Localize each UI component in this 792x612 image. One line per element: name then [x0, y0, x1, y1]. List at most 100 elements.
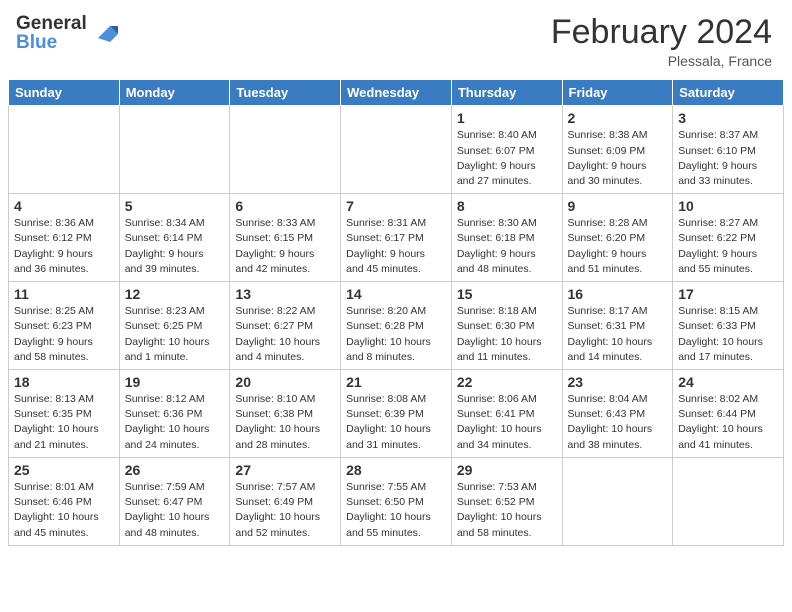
day-number: 7: [346, 198, 446, 214]
day-info: Sunrise: 8:27 AM Sunset: 6:22 PM Dayligh…: [678, 216, 778, 277]
day-number: 26: [125, 462, 225, 478]
day-number: 27: [235, 462, 335, 478]
day-number: 11: [14, 286, 114, 302]
day-info: Sunrise: 8:34 AM Sunset: 6:14 PM Dayligh…: [125, 216, 225, 277]
logo-icon: [90, 18, 122, 50]
calendar-cell: [230, 106, 341, 194]
day-info: Sunrise: 8:38 AM Sunset: 6:09 PM Dayligh…: [568, 128, 668, 189]
calendar-cell: [119, 106, 230, 194]
day-number: 20: [235, 374, 335, 390]
day-info: Sunrise: 8:20 AM Sunset: 6:28 PM Dayligh…: [346, 304, 446, 365]
calendar-cell: 18 Sunrise: 8:13 AM Sunset: 6:35 PM Dayli…: [9, 370, 120, 458]
calendar-cell: 14 Sunrise: 8:20 AM Sunset: 6:28 PM Dayli…: [341, 282, 452, 370]
calendar-week-1: 1Sunrise: 8:40 AM Sunset: 6:07 PM Daylig…: [9, 106, 784, 194]
calendar-cell: 27 Sunrise: 7:57 AM Sunset: 6:49 PM Dayli…: [230, 457, 341, 545]
day-info: Sunrise: 8:23 AM Sunset: 6:25 PM Dayligh…: [125, 304, 225, 365]
calendar-cell: 9 Sunrise: 8:28 AM Sunset: 6:20 PM Daylig…: [562, 194, 673, 282]
day-info: Sunrise: 8:06 AM Sunset: 6:41 PM Dayligh…: [457, 392, 557, 453]
calendar-week-2: 4 Sunrise: 8:36 AM Sunset: 6:12 PM Daylig…: [9, 194, 784, 282]
calendar-cell: 24Sunrise: 8:02 AM Sunset: 6:44 PM Dayli…: [673, 370, 784, 458]
calendar-cell: 5Sunrise: 8:34 AM Sunset: 6:14 PM Daylig…: [119, 194, 230, 282]
day-number: 9: [568, 198, 668, 214]
day-info: Sunrise: 8:37 AM Sunset: 6:10 PM Dayligh…: [678, 128, 778, 189]
calendar-cell: [341, 106, 452, 194]
day-info: Sunrise: 8:02 AM Sunset: 6:44 PM Dayligh…: [678, 392, 778, 453]
day-info: Sunrise: 7:57 AM Sunset: 6:49 PM Dayligh…: [235, 480, 335, 541]
calendar-cell: 15Sunrise: 8:18 AM Sunset: 6:30 PM Dayli…: [451, 282, 562, 370]
day-info: Sunrise: 8:01 AM Sunset: 6:46 PM Dayligh…: [14, 480, 114, 541]
calendar-week-4: 18 Sunrise: 8:13 AM Sunset: 6:35 PM Dayli…: [9, 370, 784, 458]
calendar-cell: 10 Sunrise: 8:27 AM Sunset: 6:22 PM Dayli…: [673, 194, 784, 282]
calendar-cell: 4 Sunrise: 8:36 AM Sunset: 6:12 PM Daylig…: [9, 194, 120, 282]
col-saturday: Saturday: [673, 80, 784, 106]
day-info: Sunrise: 7:59 AM Sunset: 6:47 PM Dayligh…: [125, 480, 225, 541]
calendar-table: Sunday Monday Tuesday Wednesday Thursday…: [8, 79, 784, 545]
day-number: 22: [457, 374, 557, 390]
calendar-cell: 3 Sunrise: 8:37 AM Sunset: 6:10 PM Daylig…: [673, 106, 784, 194]
calendar-header: Sunday Monday Tuesday Wednesday Thursday…: [9, 80, 784, 106]
day-number: 18: [14, 374, 114, 390]
calendar-cell: 20Sunrise: 8:10 AM Sunset: 6:38 PM Dayli…: [230, 370, 341, 458]
subtitle: Plessala, France: [551, 53, 772, 69]
calendar-cell: 11 Sunrise: 8:25 AM Sunset: 6:23 PM Dayli…: [9, 282, 120, 370]
day-info: Sunrise: 8:08 AM Sunset: 6:39 PM Dayligh…: [346, 392, 446, 453]
day-info: Sunrise: 8:36 AM Sunset: 6:12 PM Dayligh…: [14, 216, 114, 277]
col-friday: Friday: [562, 80, 673, 106]
day-info: Sunrise: 8:25 AM Sunset: 6:23 PM Dayligh…: [14, 304, 114, 365]
calendar-cell: 12 Sunrise: 8:23 AM Sunset: 6:25 PM Dayli…: [119, 282, 230, 370]
day-number: 29: [457, 462, 557, 478]
day-number: 10: [678, 198, 778, 214]
day-number: 8: [457, 198, 557, 214]
logo: General Blue: [16, 14, 122, 52]
day-info: Sunrise: 8:12 AM Sunset: 6:36 PM Dayligh…: [125, 392, 225, 453]
day-number: 16: [568, 286, 668, 302]
col-thursday: Thursday: [451, 80, 562, 106]
calendar-cell: 22 Sunrise: 8:06 AM Sunset: 6:41 PM Dayli…: [451, 370, 562, 458]
day-info: Sunrise: 8:31 AM Sunset: 6:17 PM Dayligh…: [346, 216, 446, 277]
calendar-cell: 17 Sunrise: 8:15 AM Sunset: 6:33 PM Dayli…: [673, 282, 784, 370]
day-info: Sunrise: 8:04 AM Sunset: 6:43 PM Dayligh…: [568, 392, 668, 453]
col-tuesday: Tuesday: [230, 80, 341, 106]
day-number: 15: [457, 286, 557, 302]
day-number: 23: [568, 374, 668, 390]
logo-general: General: [16, 14, 87, 33]
calendar-cell: 8 Sunrise: 8:30 AM Sunset: 6:18 PM Daylig…: [451, 194, 562, 282]
day-info: Sunrise: 8:17 AM Sunset: 6:31 PM Dayligh…: [568, 304, 668, 365]
day-number: 13: [235, 286, 335, 302]
calendar-cell: 19 Sunrise: 8:12 AM Sunset: 6:36 PM Dayli…: [119, 370, 230, 458]
day-info: Sunrise: 8:22 AM Sunset: 6:27 PM Dayligh…: [235, 304, 335, 365]
day-number: 3: [678, 110, 778, 126]
calendar-cell: 21 Sunrise: 8:08 AM Sunset: 6:39 PM Dayli…: [341, 370, 452, 458]
day-info: Sunrise: 7:55 AM Sunset: 6:50 PM Dayligh…: [346, 480, 446, 541]
calendar-cell: 7 Sunrise: 8:31 AM Sunset: 6:17 PM Daylig…: [341, 194, 452, 282]
day-info: Sunrise: 8:28 AM Sunset: 6:20 PM Dayligh…: [568, 216, 668, 277]
day-info: Sunrise: 8:30 AM Sunset: 6:18 PM Dayligh…: [457, 216, 557, 277]
calendar-week-5: 25 Sunrise: 8:01 AM Sunset: 6:46 PM Dayli…: [9, 457, 784, 545]
day-number: 12: [125, 286, 225, 302]
day-number: 17: [678, 286, 778, 302]
calendar-cell: 29Sunrise: 7:53 AM Sunset: 6:52 PM Dayli…: [451, 457, 562, 545]
calendar-week-3: 11 Sunrise: 8:25 AM Sunset: 6:23 PM Dayli…: [9, 282, 784, 370]
calendar-cell: [673, 457, 784, 545]
day-info: Sunrise: 8:15 AM Sunset: 6:33 PM Dayligh…: [678, 304, 778, 365]
day-number: 4: [14, 198, 114, 214]
day-info: Sunrise: 8:13 AM Sunset: 6:35 PM Dayligh…: [14, 392, 114, 453]
day-number: 19: [125, 374, 225, 390]
day-number: 14: [346, 286, 446, 302]
calendar-cell: 6Sunrise: 8:33 AM Sunset: 6:15 PM Daylig…: [230, 194, 341, 282]
calendar-cell: 1Sunrise: 8:40 AM Sunset: 6:07 PM Daylig…: [451, 106, 562, 194]
calendar-cell: 16 Sunrise: 8:17 AM Sunset: 6:31 PM Dayli…: [562, 282, 673, 370]
day-number: 2: [568, 110, 668, 126]
day-number: 25: [14, 462, 114, 478]
main-title: February 2024: [551, 14, 772, 51]
calendar-body: 1Sunrise: 8:40 AM Sunset: 6:07 PM Daylig…: [9, 106, 784, 545]
calendar-cell: 26 Sunrise: 7:59 AM Sunset: 6:47 PM Dayli…: [119, 457, 230, 545]
calendar-cell: [9, 106, 120, 194]
logo-text: General Blue: [16, 14, 87, 52]
col-sunday: Sunday: [9, 80, 120, 106]
day-number: 21: [346, 374, 446, 390]
title-block: February 2024 Plessala, France: [551, 14, 772, 69]
calendar-cell: 13 Sunrise: 8:22 AM Sunset: 6:27 PM Dayli…: [230, 282, 341, 370]
calendar-cell: 2 Sunrise: 8:38 AM Sunset: 6:09 PM Daylig…: [562, 106, 673, 194]
calendar-cell: [562, 457, 673, 545]
